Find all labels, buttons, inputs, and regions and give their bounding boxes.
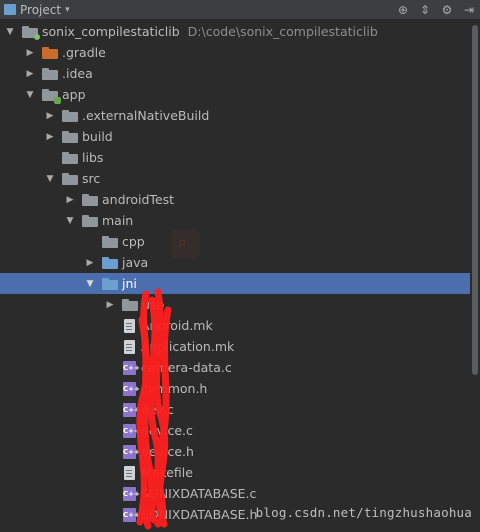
tree-item-main[interactable]: ▼ main [0, 210, 470, 231]
tree-item-label: androidTest [102, 192, 175, 207]
search-icon [172, 230, 200, 258]
folder-icon [82, 214, 98, 227]
collapse-icon[interactable]: ⇕ [418, 3, 432, 17]
project-view-label: Project [20, 2, 62, 17]
tree-item-common-h[interactable]: C++ common.h [0, 378, 470, 399]
vertical-scrollbar[interactable] [470, 21, 480, 532]
folder-icon [62, 130, 78, 143]
collapsed-arrow-icon[interactable]: ▶ [104, 300, 116, 310]
project-tree: ▼ sonix_compilestaticlib D:\code\sonix_c… [0, 21, 470, 532]
tree-item-jni[interactable]: ▼ jni [0, 273, 470, 294]
tree-item-device-h[interactable]: C++ device.h [0, 441, 470, 462]
tree-item-label: .gradle [62, 45, 106, 60]
tree-item-externalnativebuild[interactable]: ▶ .externalNativeBuild [0, 105, 470, 126]
tree-item-app[interactable]: ▼ app [0, 84, 470, 105]
tree-item-device-c[interactable]: C++ device.c [0, 420, 470, 441]
expanded-arrow-icon[interactable]: ▼ [84, 279, 96, 289]
tree-item-build[interactable]: ▶ build [0, 126, 470, 147]
tree-item-dev-c[interactable]: C++ dev.c [0, 399, 470, 420]
tree-item-application-mk[interactable]: Application.mk [0, 336, 470, 357]
tree-item-android-mk[interactable]: Android.mk [0, 315, 470, 336]
tree-item-usb[interactable]: ▶ usb [0, 294, 470, 315]
scrollbar-thumb[interactable] [472, 25, 478, 375]
expanded-arrow-icon[interactable]: ▼ [24, 90, 36, 100]
tree-item-label: sonix_compilestaticlib [42, 24, 180, 39]
folder-icon [82, 193, 98, 206]
chevron-down-icon: ▾ [65, 4, 70, 15]
collapsed-arrow-icon[interactable]: ▶ [44, 111, 56, 121]
gear-icon[interactable]: ⚙ [440, 3, 454, 17]
tree-item-label: cpp [122, 234, 145, 249]
module-folder-icon [42, 88, 61, 104]
project-icon [4, 4, 16, 15]
tree-item-label: src [82, 171, 101, 186]
tree-item-makefile[interactable]: Makefile [0, 462, 470, 483]
tree-item-label: .externalNativeBuild [82, 108, 210, 123]
redaction-scribble [136, 288, 172, 530]
folder-icon [62, 151, 78, 164]
target-icon[interactable]: ⊕ [396, 3, 410, 17]
source-folder-icon [102, 256, 118, 269]
tree-item-label: jni [122, 276, 137, 291]
watermark-text: blog.csdn.net/tingzhushaohua [255, 505, 472, 520]
module-folder-icon [22, 25, 40, 40]
collapsed-arrow-icon[interactable]: ▶ [84, 258, 96, 268]
tree-item-label: java [122, 255, 149, 270]
tree-item-idea[interactable]: ▶ .idea [0, 63, 470, 84]
collapsed-arrow-icon[interactable]: ▶ [64, 195, 76, 205]
project-view-selector[interactable]: Project ▾ [4, 3, 70, 17]
expanded-arrow-icon[interactable]: ▼ [4, 27, 16, 37]
tree-item-root[interactable]: ▼ sonix_compilestaticlib D:\code\sonix_c… [0, 21, 470, 42]
tree-item-gradle[interactable]: ▶ .gradle [0, 42, 470, 63]
tree-item-database-c[interactable]: C++ SONIXDATABASE.c [0, 483, 470, 504]
tree-item-camera-data-c[interactable]: C++ camera-data.c [0, 357, 470, 378]
tree-item-label: .idea [62, 66, 93, 81]
folder-icon [42, 46, 58, 59]
tree-item-label: app [62, 87, 86, 102]
tree-item-label: libs [82, 150, 104, 165]
folder-icon [62, 109, 78, 122]
tree-item-libs[interactable]: ▶ libs [0, 147, 470, 168]
tree-item-androidtest[interactable]: ▶ androidTest [0, 189, 470, 210]
hide-icon[interactable]: ⇥ [462, 3, 476, 17]
tree-item-label: build [82, 129, 113, 144]
expanded-arrow-icon[interactable]: ▼ [44, 174, 56, 184]
collapsed-arrow-icon[interactable]: ▶ [24, 48, 36, 58]
folder-icon [102, 235, 118, 248]
tree-item-src[interactable]: ▼ src [0, 168, 470, 189]
project-panel-header: Project ▾ ⊕ ⇕ ⚙ ⇥ [0, 0, 480, 20]
collapsed-arrow-icon[interactable]: ▶ [44, 132, 56, 142]
tree-item-java[interactable]: ▶ java [0, 252, 470, 273]
tree-item-label: main [102, 213, 134, 228]
source-folder-icon [102, 277, 118, 290]
collapsed-arrow-icon[interactable]: ▶ [24, 69, 36, 79]
folder-icon [42, 67, 58, 80]
project-path: D:\code\sonix_compilestaticlib [187, 24, 378, 39]
tree-item-cpp[interactable]: ▶ cpp [0, 231, 470, 252]
folder-icon [62, 172, 78, 185]
expanded-arrow-icon[interactable]: ▼ [64, 216, 76, 226]
